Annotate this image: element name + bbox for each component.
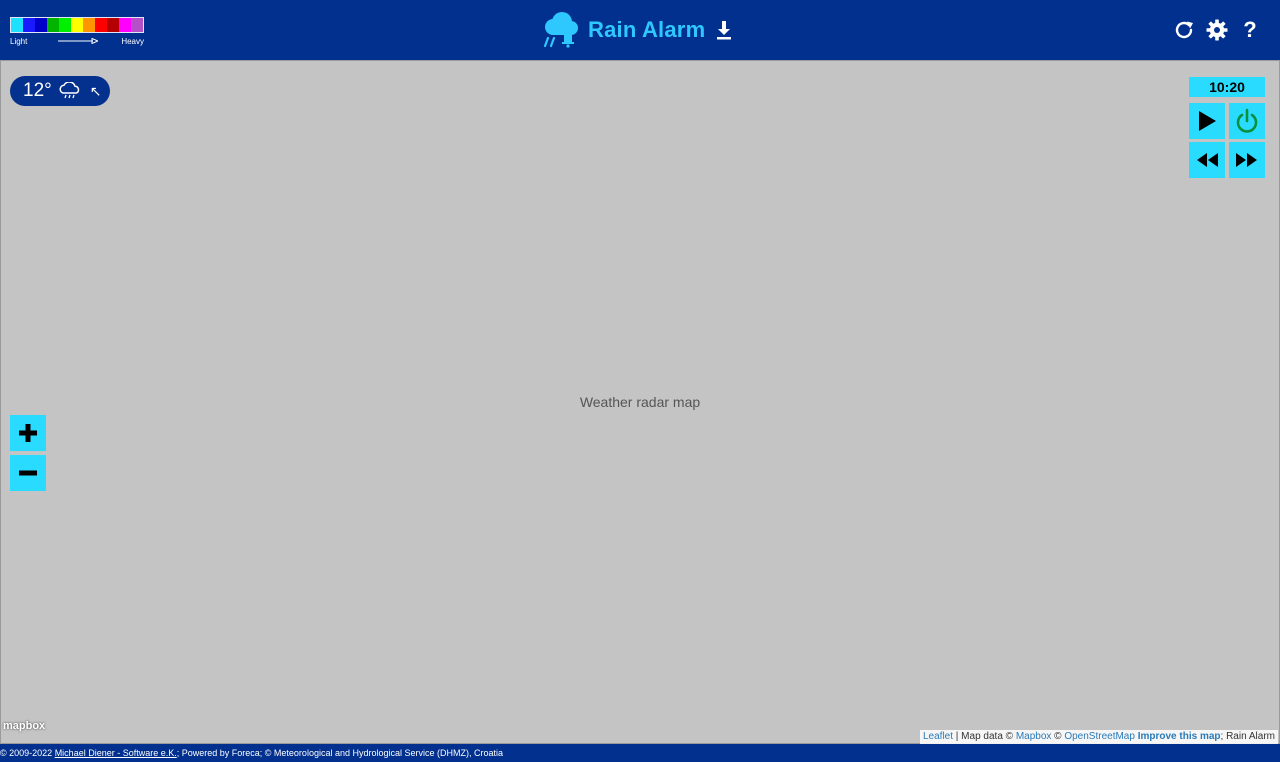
refresh-button[interactable] <box>1170 16 1198 44</box>
mapbox-link[interactable]: Mapbox <box>1016 731 1052 742</box>
rewind-button[interactable] <box>1189 142 1225 178</box>
play-icon <box>1199 111 1216 131</box>
minus-icon <box>19 470 37 476</box>
play-button[interactable] <box>1189 103 1225 139</box>
settings-button[interactable] <box>1203 16 1231 44</box>
attribution-end: ; Rain Alarm <box>1220 731 1275 742</box>
legend-arrow-icon <box>58 38 98 44</box>
rain-cloud-bell-icon <box>543 12 578 48</box>
legend-swatch <box>131 18 143 32</box>
legend-swatch <box>35 18 47 32</box>
legend-swatch <box>119 18 131 32</box>
current-weather-button[interactable]: 12° ↖ <box>10 76 110 106</box>
footer: © 2009-2022 Michael Diener - Software e.… <box>0 744 1280 762</box>
help-button[interactable]: ? <box>1236 16 1264 44</box>
radar-time: 10:20 <box>1189 77 1265 97</box>
legend-color-scale <box>10 17 144 33</box>
legend-swatch <box>71 18 83 32</box>
legend-swatch <box>23 18 35 32</box>
improve-map-link[interactable]: Improve this map <box>1138 731 1221 742</box>
refresh-icon <box>1175 21 1193 39</box>
author-link[interactable]: Michael Diener - Software e.K. <box>55 748 177 758</box>
power-icon <box>1236 108 1258 133</box>
attribution-sep-1: | Map data © <box>953 731 1016 742</box>
map-attribution: Leaflet | Map data © Mapbox © OpenStreet… <box>920 730 1278 744</box>
legend-light-label: Light <box>10 37 28 46</box>
rewind-icon <box>1197 153 1218 167</box>
plus-icon <box>19 424 37 442</box>
radar-map[interactable]: Weather radar map 12° ↖ 10:20 mapbox Lea… <box>0 60 1280 744</box>
location-arrow-icon: ↖ <box>89 82 102 99</box>
legend-swatch <box>83 18 95 32</box>
legend-heavy-label: Heavy <box>121 37 144 46</box>
playback-panel: 10:20 <box>1189 77 1265 97</box>
brand: Rain Alarm <box>540 10 733 50</box>
legend-swatch <box>59 18 71 32</box>
cloud-rain-icon <box>59 82 79 99</box>
download-icon[interactable] <box>715 20 733 40</box>
zoom-out-button[interactable] <box>10 455 46 491</box>
openstreetmap-link[interactable]: OpenStreetMap <box>1064 731 1135 742</box>
map-placeholder-tag: Weather radar map <box>579 394 701 410</box>
help-icon: ? <box>1243 17 1257 42</box>
app-title: Rain Alarm <box>588 17 706 42</box>
legend-swatch <box>95 18 107 32</box>
power-button[interactable] <box>1229 103 1265 139</box>
fast-forward-button[interactable] <box>1229 142 1265 178</box>
app-header: Light Heavy Rain Alarm ? <box>0 0 1280 60</box>
leaflet-link[interactable]: Leaflet <box>923 731 953 742</box>
footer-credits: ; Powered by Foreca; © Meteorological an… <box>176 748 504 758</box>
mapbox-logo[interactable]: mapbox <box>3 720 45 732</box>
intensity-legend: Light Heavy <box>10 17 144 49</box>
legend-swatch <box>11 18 23 32</box>
temperature-value: 12° <box>23 80 52 101</box>
legend-swatch <box>107 18 119 32</box>
map-placeholder: Weather radar map <box>0 60 1280 744</box>
legend-swatch <box>47 18 59 32</box>
zoom-in-button[interactable] <box>10 415 46 451</box>
gear-icon <box>1206 19 1228 41</box>
attribution-sep-2: © <box>1051 731 1065 742</box>
footer-copyright: © 2009-2022 <box>0 748 55 758</box>
fast-forward-icon <box>1236 153 1257 167</box>
